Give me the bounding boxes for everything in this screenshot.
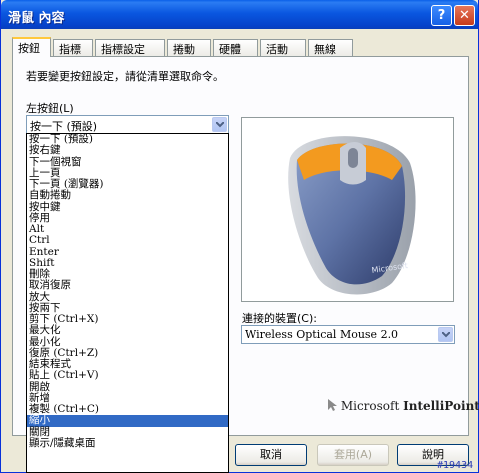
device-label: 連接的裝置(C): (242, 312, 317, 325)
left-button-combo[interactable]: 按一下 (預設) (26, 115, 229, 134)
dropdown-option[interactable]: 按右鍵 (27, 145, 228, 156)
mouse-properties-window: 滑鼠 內容 ? ✕ 按鈕 指標 指標設定 捲動 硬體 活動 無線 若要變更按鈕設… (0, 0, 479, 473)
brand-prefix: Microsoft (340, 399, 400, 413)
mouse-image: Microsoft (288, 136, 416, 295)
dropdown-option[interactable]: 最大化 (27, 325, 228, 336)
tab-pointers[interactable]: 指標 (53, 39, 93, 56)
tab-activity[interactable]: 活動 (260, 39, 306, 56)
tab-wheel[interactable]: 捲動 (167, 39, 211, 56)
dropdown-option[interactable]: Ctrl (27, 235, 228, 246)
left-button-label: 左按鈕(L) (26, 102, 74, 115)
dropdown-option[interactable]: 按中鍵 (27, 201, 228, 213)
brand-product: IntelliPoint (403, 399, 479, 413)
tab-wireless[interactable]: 無線 (308, 39, 353, 56)
close-button[interactable]: ✕ (454, 5, 475, 26)
mouse-preview: Microsoft (241, 117, 454, 302)
left-button-value: 按一下 (預設) (30, 120, 98, 133)
dropdown-option[interactable]: 顯示/隱藏桌面 (27, 437, 228, 449)
tab-hardware[interactable]: 硬體 (213, 39, 258, 56)
cancel-button[interactable]: 取消 (235, 444, 307, 466)
instruction-text: 若要變更按鈕設定，請從清單選取命令。 (26, 70, 224, 83)
dropdown-option[interactable]: 複製 (Ctrl+C) (27, 403, 228, 415)
watermark: #19434 (437, 460, 474, 471)
intellipoint-logo: Microsoft IntelliPoint (327, 399, 479, 413)
window-title: 滑鼠 內容 (8, 11, 65, 26)
dropdown-option[interactable]: 縮小 (27, 415, 228, 427)
dropdown-option[interactable]: 開啟 (27, 381, 228, 393)
help-button[interactable]: ? (431, 5, 452, 26)
dropdown-option[interactable]: Enter (27, 246, 228, 258)
device-combo[interactable]: Wireless Optical Mouse 2.0 (241, 325, 455, 344)
pointer-arrow-icon (328, 399, 337, 411)
dropdown-option[interactable]: 自動捲動 (27, 190, 228, 201)
apply-button[interactable]: 套用(A) (317, 444, 389, 466)
dropdown-option[interactable]: Shift (27, 257, 228, 269)
tab-pointer-options[interactable]: 指標設定 (95, 39, 165, 56)
chevron-down-icon[interactable] (212, 117, 227, 132)
dropdown-option[interactable]: 取消復原 (27, 280, 228, 291)
left-button-dropdown-list[interactable]: 按一下 (預設) 按右鍵 下一個視窗 上一頁 下一頁 (瀏覽器) 自動捲動 按中鍵 停用 Alt… (26, 133, 229, 473)
dropdown-option[interactable]: Alt (27, 223, 228, 235)
title-bar[interactable]: 滑鼠 內容 ? ✕ (1, 0, 478, 29)
chevron-down-icon[interactable] (438, 327, 453, 342)
device-value: Wireless Optical Mouse 2.0 (245, 328, 399, 341)
tab-buttons[interactable]: 按鈕 (12, 37, 51, 57)
dropdown-option[interactable]: 貼上 (Ctrl+V) (27, 370, 228, 381)
dropdown-option[interactable]: 停用 (27, 212, 228, 224)
